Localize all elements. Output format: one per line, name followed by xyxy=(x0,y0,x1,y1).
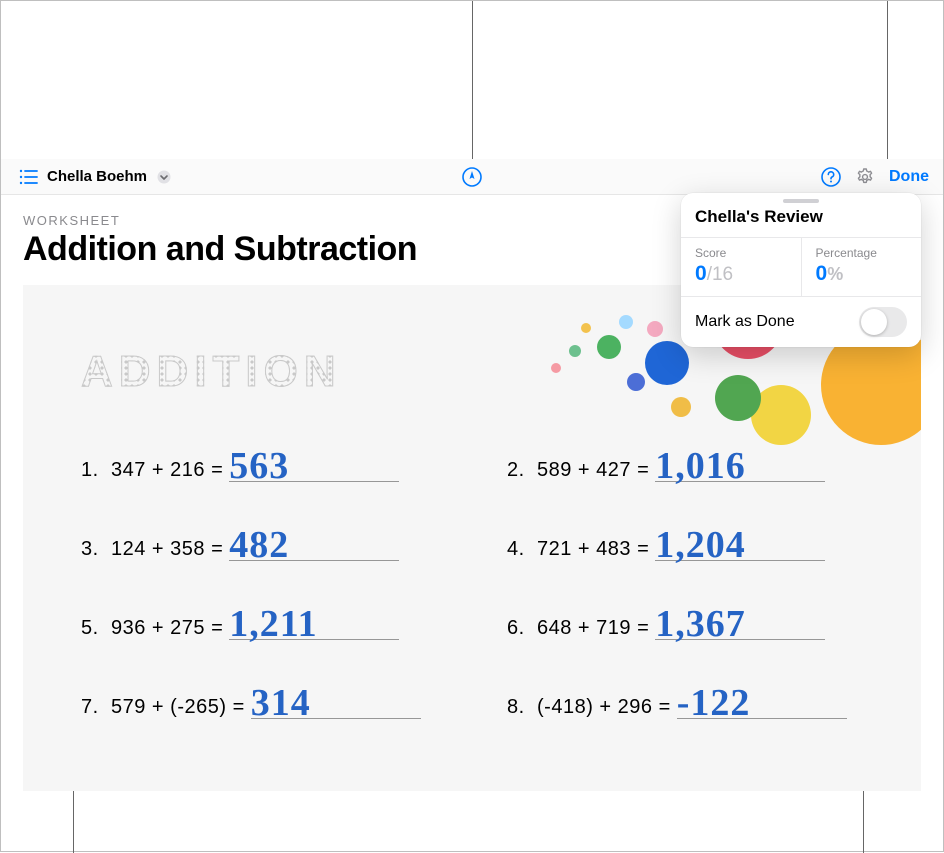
problem-row: 3. 124 + 358 = 482 xyxy=(81,538,467,561)
answer-field[interactable]: -122 xyxy=(677,718,847,719)
review-panel-title: Chella's Review xyxy=(681,207,921,237)
problem-row: 4. 721 + 483 = 1,204 xyxy=(507,538,893,561)
percentage-value: 0 xyxy=(816,262,828,285)
score-cell[interactable]: Score 0/16 xyxy=(681,238,801,296)
percentage-symbol: % xyxy=(827,264,843,284)
problem-row: 1. 347 + 216 = 563 xyxy=(81,459,467,482)
answer-field[interactable]: 314 xyxy=(251,718,421,719)
percentage-label: Percentage xyxy=(816,246,908,260)
toolbar: Chella Boehm xyxy=(1,159,943,195)
markup-icon[interactable] xyxy=(462,167,482,187)
problem-number: 7. xyxy=(81,696,101,719)
problem-number: 6. xyxy=(507,617,527,640)
problem-equation: 589 + 427 = xyxy=(537,459,649,482)
problem-row: 8. (-418) + 296 = -122 xyxy=(507,696,893,719)
percentage-cell[interactable]: Percentage 0% xyxy=(801,238,922,296)
gear-icon[interactable] xyxy=(855,167,875,187)
list-menu-icon[interactable] xyxy=(19,169,39,185)
help-icon[interactable] xyxy=(821,167,841,187)
handwritten-answer: 1,211 xyxy=(229,605,317,643)
answer-field[interactable]: 482 xyxy=(229,560,399,561)
panel-grabber[interactable] xyxy=(783,199,819,203)
problem-number: 4. xyxy=(507,538,527,561)
problem-number: 2. xyxy=(507,459,527,482)
score-value: 0 xyxy=(695,262,707,285)
score-total: /16 xyxy=(707,264,733,285)
problem-number: 1. xyxy=(81,459,101,482)
review-panel[interactable]: Chella's Review Score 0/16 Percentage 0%… xyxy=(681,193,921,347)
handwritten-answer: 1,016 xyxy=(655,447,746,485)
score-label: Score xyxy=(695,246,787,260)
problem-equation: 579 + (-265) = xyxy=(111,696,245,719)
answer-field[interactable]: 1,211 xyxy=(229,639,399,640)
problem-number: 5. xyxy=(81,617,101,640)
problem-row: 7. 579 + (-265) = 314 xyxy=(81,696,467,719)
answer-field[interactable]: 563 xyxy=(229,481,399,482)
problem-equation: 721 + 483 = xyxy=(537,538,649,561)
toggle-knob xyxy=(861,309,887,335)
answer-field[interactable]: 1,367 xyxy=(655,639,825,640)
problem-equation: 347 + 216 = xyxy=(111,459,223,482)
problem-equation: 648 + 719 = xyxy=(537,617,649,640)
student-name-dropdown[interactable]: Chella Boehm xyxy=(47,168,147,185)
handwritten-answer: 563 xyxy=(229,447,289,485)
problem-equation: 124 + 358 = xyxy=(111,538,223,561)
handwritten-answer: 314 xyxy=(251,684,311,722)
handwritten-answer: 1,204 xyxy=(655,526,746,564)
mark-done-toggle[interactable] xyxy=(859,307,907,337)
callout-line-top-center xyxy=(472,1,473,159)
problem-equation: 936 + 275 = xyxy=(111,617,223,640)
problem-number: 3. xyxy=(81,538,101,561)
section-heading: ADDITION xyxy=(81,347,893,397)
handwritten-answer: 482 xyxy=(229,526,289,564)
chevron-down-icon[interactable] xyxy=(155,168,173,186)
worksheet-paper: ADDITION 1. 347 + 216 = 563 2. 589 + 427… xyxy=(23,285,921,791)
problem-row: 6. 648 + 719 = 1,367 xyxy=(507,617,893,640)
done-button[interactable]: Done xyxy=(889,168,929,186)
problem-number: 8. xyxy=(507,696,527,719)
answer-field[interactable]: 1,204 xyxy=(655,560,825,561)
problem-row: 5. 936 + 275 = 1,211 xyxy=(81,617,467,640)
problems-grid: 1. 347 + 216 = 563 2. 589 + 427 = 1,016 … xyxy=(81,459,893,719)
mark-done-label: Mark as Done xyxy=(695,313,795,331)
handwritten-answer: -122 xyxy=(677,684,751,722)
problem-row: 2. 589 + 427 = 1,016 xyxy=(507,459,893,482)
answer-field[interactable]: 1,016 xyxy=(655,481,825,482)
handwritten-answer: 1,367 xyxy=(655,605,746,643)
problem-equation: (-418) + 296 = xyxy=(537,696,671,719)
